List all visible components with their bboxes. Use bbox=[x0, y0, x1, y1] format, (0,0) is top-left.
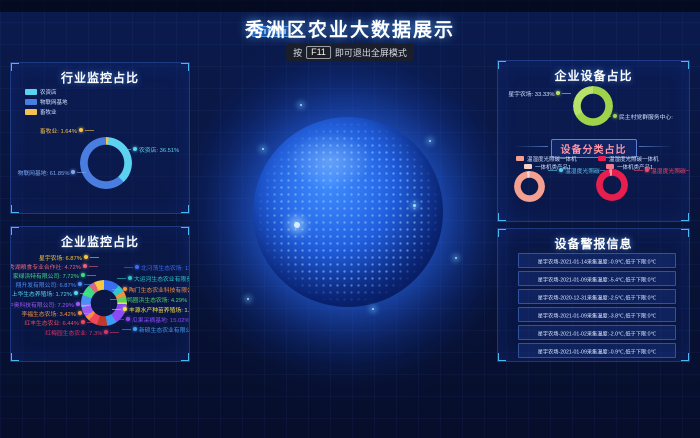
legend-swatch bbox=[598, 156, 606, 161]
pie-label: 上华生态养殖场: 1.72% bbox=[10, 288, 89, 298]
particle bbox=[429, 140, 431, 142]
pie-label: 温湿度光照碳一 bbox=[634, 165, 690, 175]
particle bbox=[372, 308, 374, 310]
pie-label: 陶门生态农业科技有限公 bbox=[112, 284, 190, 294]
particle bbox=[300, 104, 302, 106]
alarm-row: 星宇农场-2021-01-09采集温度:-5.4℃,低于下限:0℃ bbox=[518, 271, 676, 286]
legend-label: 物联网基地 bbox=[40, 97, 68, 105]
particle bbox=[413, 204, 416, 207]
pie-label: 星宇农场: 33.33% bbox=[497, 88, 571, 98]
pie-label: 大运河生态农业有限责任公 bbox=[117, 273, 190, 283]
legend-swatch bbox=[25, 99, 37, 105]
pie-label: 民主村党群服务中心: bbox=[602, 111, 690, 121]
legend-swatch bbox=[516, 156, 524, 161]
panel-alarms-title: 设备警报信息 bbox=[498, 229, 689, 252]
dashboard-root: 秀洲区农业大数据展示 按 F11 即可退出全屏模式 行业监控占比 农资店 物联网… bbox=[0, 0, 700, 438]
legend-item-wulianwang[interactable]: 物联网基地 bbox=[25, 97, 90, 106]
fullscreen-tooltip: 按 F11 即可退出全屏模式 bbox=[286, 44, 414, 61]
pie-label: 红丰生态农业: 6.44% bbox=[10, 317, 96, 327]
globe-highlight bbox=[287, 132, 373, 189]
alarm-row: 星宇农场-2021-01-09采集温度:-0.9℃,低于下限:0℃ bbox=[518, 343, 676, 358]
particle bbox=[294, 222, 300, 228]
legend-item-nongzidian[interactable]: 农资店 bbox=[25, 87, 70, 96]
panel-industry-title: 行业监控占比 bbox=[11, 63, 189, 86]
legend-swatch bbox=[25, 109, 37, 115]
legend-label: 农资店 bbox=[40, 87, 57, 95]
pie-label: 鸭圈浜生态农场: 4.29% bbox=[110, 294, 190, 304]
pie-label: 物联网基地: 61.85% bbox=[10, 167, 86, 177]
tip-prefix: 按 bbox=[293, 46, 302, 59]
alarm-row: 星宇农场-2021-01-14采集温度:-0.9℃,低于下限:0℃ bbox=[518, 253, 676, 268]
globe bbox=[253, 117, 443, 307]
pie-label: 红梅园生态农业: 7.3% bbox=[10, 327, 119, 337]
pie-label: 畜牧业: 1.64% bbox=[13, 125, 94, 135]
pie-label: 北汈荡生态农场: 11.16% bbox=[124, 262, 190, 272]
panel-industry-monitor: 行业监控占比 农资店 物联网基地 畜牧业 畜牧业: 1.64% 农资店: 36.… bbox=[10, 62, 190, 214]
legend-swatch bbox=[524, 164, 532, 169]
pie-label: 瓜果采摘基地: 15.02% bbox=[115, 314, 190, 324]
top-strip bbox=[0, 0, 700, 12]
legend-swatch bbox=[25, 89, 37, 95]
pie-label: 温湿度光照碳一 bbox=[548, 165, 635, 175]
particle bbox=[455, 257, 457, 259]
tip-suffix: 即可退出全屏模式 bbox=[335, 46, 407, 59]
category-left-donut-chart[interactable] bbox=[514, 171, 545, 202]
pie-label: 新硕生态农业有限公司: 6.87% bbox=[122, 324, 190, 334]
panel-enterprise-monitor: 企业监控占比 星宇农场: 6.87% 秀湖粮食专业合作社: 4.72% 家绿浜特… bbox=[10, 226, 190, 362]
pie-label: 丰源水产种苗养殖场: 1. bbox=[112, 304, 190, 314]
legend-label: 畜牧业 bbox=[40, 107, 57, 115]
particle bbox=[247, 298, 249, 300]
particle bbox=[262, 148, 264, 150]
alarm-row: 星宇农场-2020-12-31采集温度:-2.5℃,低于下限:0℃ bbox=[518, 289, 676, 304]
panel-device-alarms: 设备警报信息 星宇农场-2021-01-14采集温度:-0.9℃,低于下限:0℃… bbox=[497, 228, 690, 362]
legend-item-xumuye[interactable]: 畜牧业 bbox=[25, 107, 70, 116]
alarm-row: 星宇农场-2021-01-09采集温度:-3.8℃,低于下限:0℃ bbox=[518, 307, 676, 322]
panel-device-title: 企业设备占比 bbox=[498, 61, 689, 84]
pie-label: 农资店: 36.51% bbox=[122, 144, 190, 154]
panel-device-ratio: 企业设备占比 星宇农场: 33.33% 民主村党群服务中心: 设备分类占比 温湿… bbox=[497, 60, 690, 222]
panel-enterprise-title: 企业监控占比 bbox=[11, 227, 189, 250]
f11-key-badge: F11 bbox=[306, 46, 331, 59]
page-title: 秀洲区农业大数据展示 bbox=[0, 15, 700, 42]
alarm-row: 星宇农场-2021-01-02采集温度:-2.0℃,低于下限:0℃ bbox=[518, 325, 676, 340]
